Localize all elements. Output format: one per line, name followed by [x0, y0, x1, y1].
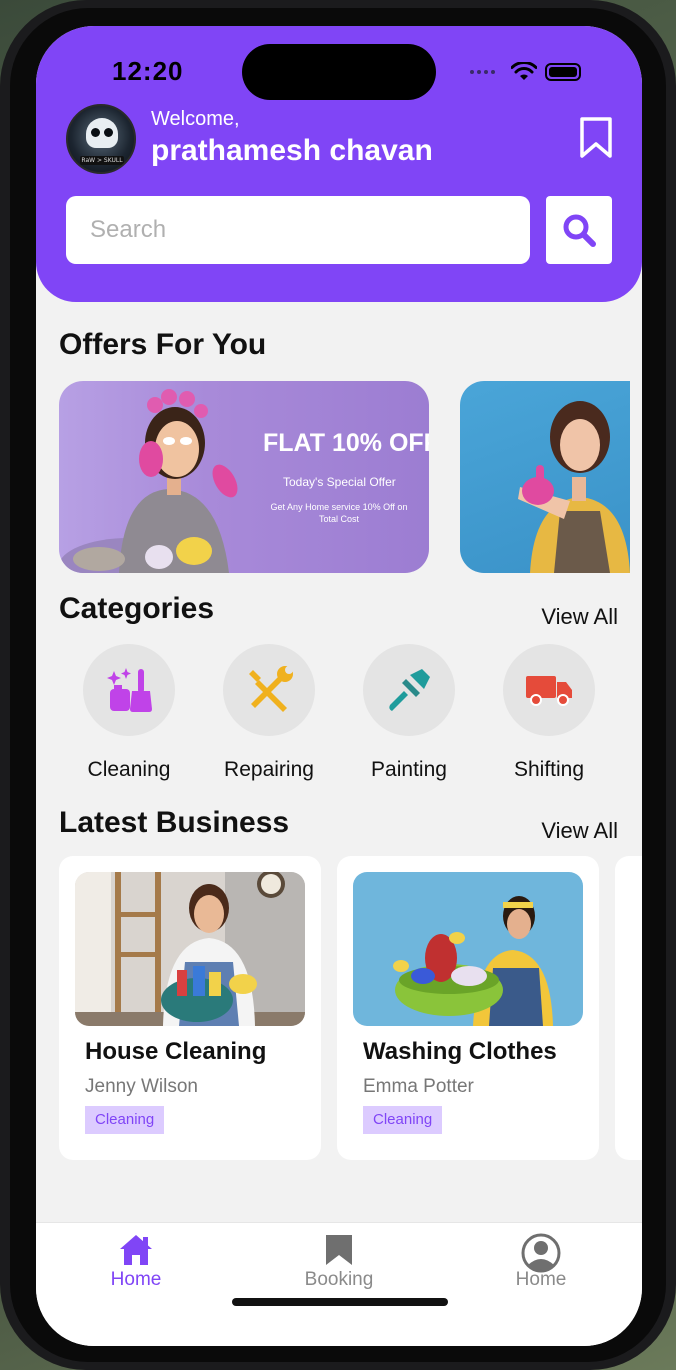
category-list: Cleaning Repairing Painting Shifting — [59, 644, 619, 782]
home-indicator — [232, 1298, 448, 1306]
search-icon — [563, 214, 596, 247]
nav-label: Home — [110, 1269, 162, 1290]
search-input[interactable] — [66, 196, 530, 264]
tools-icon — [249, 666, 293, 712]
category-repairing[interactable]: Repairing — [199, 644, 339, 782]
categories-title: Categories — [59, 592, 215, 625]
category-icon-circle — [83, 644, 175, 736]
offer-subtitle: Today's Special Offer — [283, 475, 396, 489]
bookmark-outline-icon — [580, 117, 612, 158]
category-icon-circle — [503, 644, 595, 736]
status-icons — [470, 62, 581, 82]
skull-icon — [86, 118, 118, 148]
business-card[interactable]: Washing Clothes Emma Potter Cleaning — [337, 856, 599, 1160]
app-screen: 12:20 RaW > SKULL Welcome, prathamesh ch… — [36, 26, 642, 1346]
cleaning-icon — [107, 668, 152, 712]
offer-person-illustration — [59, 389, 238, 573]
latest-business-title: Latest Business — [59, 806, 290, 839]
offers-title: Offers For You — [59, 328, 267, 361]
battery-icon — [545, 63, 581, 81]
category-label: Shifting — [513, 758, 585, 781]
signal-icon — [470, 70, 495, 74]
offer-card[interactable]: FLAT 10% OFF Today's Special Offer Get A… — [59, 381, 429, 573]
status-time: 12:20 — [112, 56, 184, 86]
paintbrush-icon — [389, 669, 430, 711]
nav-label: Booking — [304, 1269, 374, 1290]
business-image — [353, 872, 583, 1026]
bookmark-icon — [326, 1235, 352, 1265]
business-owner: Jenny Wilson — [85, 1076, 198, 1097]
business-owner: Emma Potter — [363, 1076, 474, 1097]
categories-view-all-link[interactable]: View All — [541, 604, 618, 630]
welcome-text: Welcome, — [151, 108, 240, 130]
business-card-partial[interactable] — [615, 856, 642, 1160]
bottom-nav: Home Booking Home — [36, 1222, 642, 1346]
house-cleaning-photo — [75, 872, 305, 1026]
business-category-badge: Cleaning — [363, 1106, 443, 1134]
category-icon-circle — [363, 644, 455, 736]
business-card[interactable]: House Cleaning Jenny Wilson Cleaning — [59, 856, 321, 1160]
nav-home[interactable]: Home — [66, 1233, 206, 1291]
business-category-badge: Cleaning — [85, 1106, 165, 1134]
category-label: Painting — [371, 758, 447, 781]
category-label: Repairing — [224, 758, 314, 781]
wifi-icon — [511, 62, 537, 80]
offer-card[interactable] — [460, 381, 630, 573]
profile-icon — [521, 1233, 561, 1273]
avatar[interactable]: RaW > SKULL — [66, 104, 136, 174]
offer-headline: FLAT 10% OFF — [263, 429, 429, 457]
category-painting[interactable]: Painting — [339, 644, 479, 782]
washing-clothes-photo — [353, 872, 583, 1026]
saved-button[interactable] — [576, 116, 616, 160]
home-icon — [120, 1235, 152, 1265]
category-shifting[interactable]: Shifting — [479, 644, 619, 782]
header: 12:20 RaW > SKULL Welcome, prathamesh ch… — [36, 26, 642, 302]
search-button[interactable] — [546, 196, 612, 264]
dynamic-island — [242, 44, 436, 100]
business-title: Washing Clothes — [363, 1038, 557, 1065]
avatar-tag: RaW > SKULL — [80, 156, 124, 165]
offer-person-illustration — [518, 401, 630, 573]
category-label: Cleaning — [87, 758, 171, 781]
offer-detail: Get Any Home service 10% Off on Total Co… — [270, 502, 408, 524]
business-image — [75, 872, 305, 1026]
category-cleaning[interactable]: Cleaning — [59, 644, 199, 782]
username: prathamesh chavan — [151, 134, 433, 167]
nav-booking[interactable]: Booking — [269, 1233, 409, 1291]
nav-label: Home — [515, 1269, 567, 1290]
truck-icon — [526, 676, 572, 706]
category-icon-circle — [223, 644, 315, 736]
business-view-all-link[interactable]: View All — [541, 818, 618, 844]
nav-profile[interactable]: Home — [471, 1233, 611, 1291]
business-title: House Cleaning — [85, 1038, 267, 1065]
